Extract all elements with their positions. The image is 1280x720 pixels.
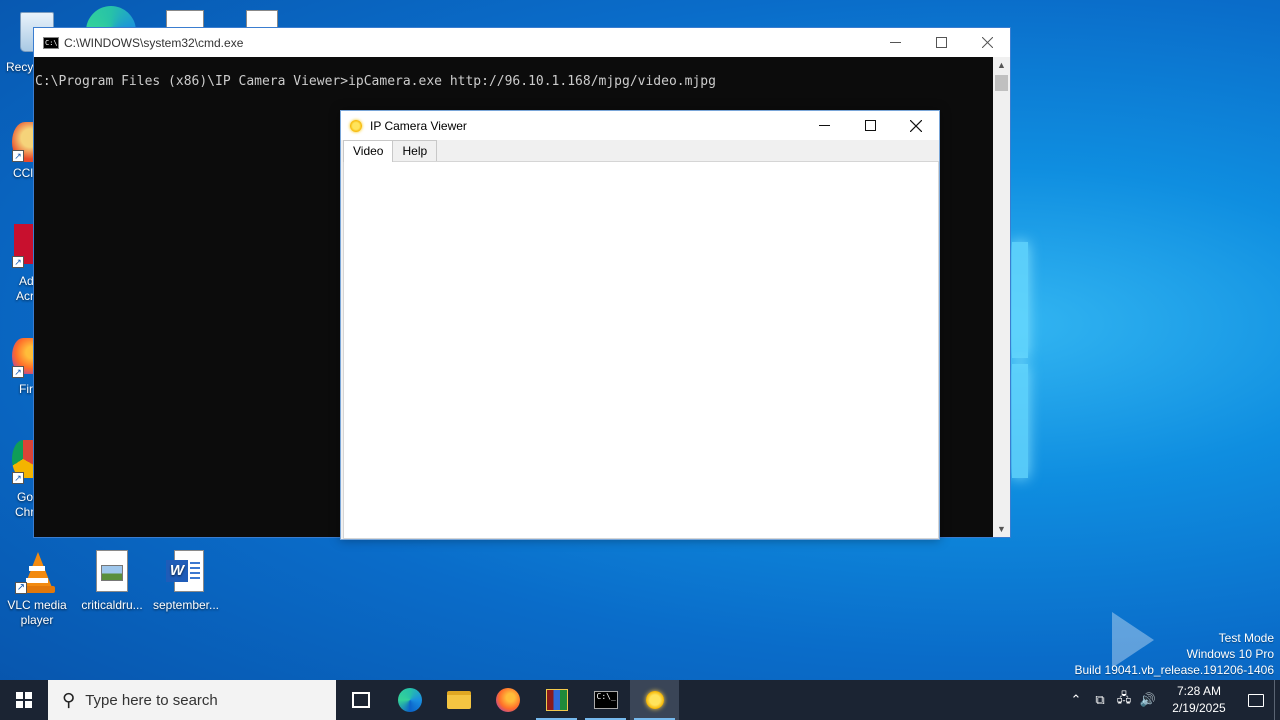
vlc-label-line2: player: [20, 613, 54, 627]
close-icon: [981, 37, 993, 48]
tab-help[interactable]: Help: [392, 140, 438, 161]
ipcam-titlebar[interactable]: IP Camera Viewer: [341, 111, 939, 140]
windows-test-mode-watermark: Test Mode Windows 10 Pro Build 19041.vb_…: [1075, 630, 1275, 678]
image-file-icon: [90, 550, 134, 594]
cmd-titlebar[interactable]: C:\ C:\WINDOWS\system32\cmd.exe: [34, 28, 1010, 57]
desktop-icon-word-partial[interactable]: [166, 10, 204, 28]
firefox-icon: [495, 688, 520, 712]
winrar-icon: [545, 689, 568, 711]
video-tab-panel[interactable]: [343, 161, 939, 539]
search-icon: ⚲: [62, 689, 76, 710]
ipcam-tab-strip: Video Help: [343, 140, 438, 162]
ip-camera-viewer-window[interactable]: IP Camera Viewer Video Help: [340, 110, 940, 540]
shortcut-arrow-icon: ↗: [12, 472, 24, 484]
clock-date: 2/19/2025: [1172, 701, 1226, 715]
shortcut-arrow-icon: ↗: [12, 150, 24, 162]
test-mode-text: Test Mode: [1218, 631, 1274, 645]
vlc-icon: ↗: [15, 550, 59, 594]
desktop-icon-adobe[interactable]: ↗ Ad Acr: [0, 224, 34, 306]
build-text: Build 19041.vb_release.191206-1406: [1074, 663, 1275, 677]
taskbar-edge-button[interactable]: [385, 680, 434, 720]
adobe-label-line1: Ad: [19, 274, 34, 288]
taskbar: ⚲ Type here to search C:\_ ⌃ ⧉ 🖧 🔊 7:28 …: [0, 680, 1280, 720]
taskbar-winrar-button[interactable]: [532, 680, 581, 720]
vlc-label-line1: VLC media: [7, 598, 67, 612]
close-icon: [910, 119, 922, 132]
word-doc-icon: W: [164, 550, 208, 594]
scroll-up-arrow-icon[interactable]: ▲: [993, 57, 1010, 73]
edge-browser-icon: [397, 688, 422, 712]
windows-logo-glow: [1012, 240, 1032, 480]
firefox-label: Fir: [19, 382, 33, 396]
task-view-button[interactable]: [336, 680, 385, 720]
shortcut-arrow-icon: ↗: [12, 366, 24, 378]
cmd-window-title: C:\WINDOWS\system32\cmd.exe: [64, 35, 244, 50]
file-explorer-icon: [446, 691, 471, 709]
desktop-icon-doc-partial[interactable]: [246, 10, 278, 28]
taskbar-file-explorer-button[interactable]: [434, 680, 483, 720]
ccleaner-label: CCl: [13, 166, 33, 180]
logo-pane-top: [1012, 242, 1028, 358]
system-tray: ⌃ ⧉ 🖧 🔊 7:28 AM 2/19/2025: [1064, 680, 1280, 720]
ipcam-close-button[interactable]: [893, 111, 939, 140]
edge-browser-icon: [86, 6, 136, 28]
cmd-minimize-button[interactable]: [872, 28, 918, 57]
cmd-close-button[interactable]: [964, 28, 1010, 57]
taskbar-firefox-button[interactable]: [483, 680, 532, 720]
tab-video[interactable]: Video: [343, 140, 394, 162]
windows-start-icon: [16, 692, 32, 708]
taskbar-ipcam-button[interactable]: [630, 680, 679, 720]
show-desktop-button[interactable]: [1274, 680, 1280, 720]
desktop-icon-september[interactable]: W september...: [149, 550, 223, 613]
desktop-icon-firefox[interactable]: ↗ Fir: [0, 338, 34, 398]
network-icon[interactable]: 🖧: [1112, 689, 1136, 711]
ipcam-window-title: IP Camera Viewer: [370, 118, 467, 133]
cmd-vertical-scrollbar[interactable]: ▲ ▼: [993, 57, 1010, 537]
desktop-icon-criticaldru[interactable]: criticaldru...: [75, 550, 149, 613]
desktop-icon-vlc[interactable]: ↗ VLC media player: [0, 550, 74, 628]
cmd-icon: C:\_: [593, 691, 618, 709]
maximize-icon: [864, 120, 876, 131]
minimize-icon: [889, 42, 901, 43]
ipcam-minimize-button[interactable]: [801, 111, 847, 140]
ipcam-maximize-button[interactable]: [847, 111, 893, 140]
shortcut-arrow-icon: ↗: [12, 256, 24, 268]
start-button[interactable]: [0, 680, 48, 720]
task-view-icon: [351, 692, 370, 708]
maximize-icon: [935, 37, 947, 48]
criticaldru-label: criticaldru...: [81, 598, 143, 612]
chrome-label-line2: Chr: [15, 505, 35, 519]
windows-edition-text: Windows 10 Pro: [1186, 647, 1274, 661]
taskbar-search-box[interactable]: ⚲ Type here to search: [48, 680, 336, 720]
show-hidden-icons-chevron-icon[interactable]: ⌃: [1064, 692, 1088, 708]
logo-pane-bottom: [1012, 364, 1028, 478]
notification-icon: [1248, 693, 1264, 707]
network-status-icon[interactable]: ⧉: [1088, 692, 1112, 708]
shortcut-arrow-icon: ↗: [15, 582, 27, 594]
september-label: september...: [152, 598, 220, 612]
recycle-bin-label: Recy: [6, 60, 34, 74]
clock-time: 7:28 AM: [1176, 684, 1222, 698]
volume-icon[interactable]: 🔊: [1136, 692, 1160, 708]
minimize-icon: [818, 125, 830, 126]
action-center-button[interactable]: [1238, 680, 1274, 720]
search-placeholder: Type here to search: [85, 691, 218, 709]
ip-camera-viewer-icon: [645, 691, 664, 709]
desktop-icon-ccleaner[interactable]: ↗ CCl: [0, 122, 38, 182]
cmd-maximize-button[interactable]: [918, 28, 964, 57]
desktop-icon-chrome[interactable]: ↗ Goo Chr: [0, 440, 40, 522]
taskbar-clock[interactable]: 7:28 AM 2/19/2025: [1160, 683, 1238, 717]
taskbar-cmd-button[interactable]: C:\_: [581, 680, 630, 720]
scrollbar-thumb[interactable]: [995, 75, 1008, 91]
adobe-label-line2: Acr: [16, 289, 34, 303]
desktop-icon-edge-partial[interactable]: [86, 6, 136, 28]
cmd-app-icon: C:\: [43, 36, 59, 49]
scroll-down-arrow-icon[interactable]: ▼: [993, 521, 1010, 537]
ipcam-app-icon: [350, 119, 362, 132]
